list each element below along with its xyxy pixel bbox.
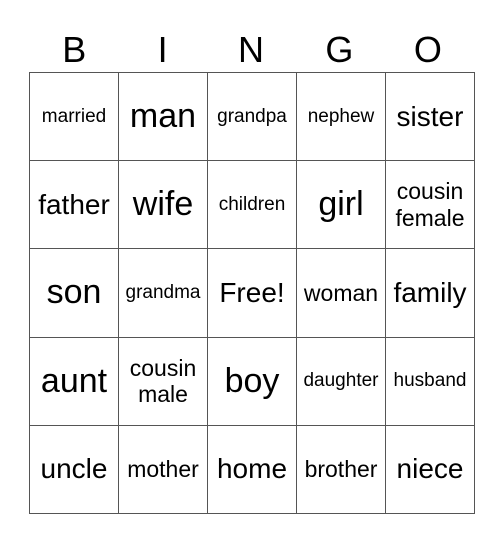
- bingo-cell[interactable]: niece: [385, 424, 475, 515]
- bingo-cell[interactable]: cousin female: [385, 160, 475, 250]
- bingo-cell[interactable]: sister: [385, 71, 475, 162]
- bingo-cell[interactable]: uncle: [29, 424, 119, 515]
- bingo-cell[interactable]: married: [29, 71, 119, 162]
- bingo-row: aunt cousin male boy daughter husband: [29, 336, 475, 426]
- bingo-cell[interactable]: boy: [207, 336, 297, 426]
- bingo-cell[interactable]: girl: [296, 160, 386, 250]
- header-letter-o: O: [413, 29, 442, 70]
- bingo-cell[interactable]: children: [207, 160, 297, 250]
- bingo-cell[interactable]: man: [118, 71, 208, 162]
- bingo-cell[interactable]: aunt: [29, 336, 119, 426]
- bingo-row: uncle mother home brother niece: [29, 424, 475, 515]
- header-letter-g: G: [325, 29, 354, 70]
- bingo-row: son grandma Free! woman family: [29, 248, 475, 338]
- header-letter-i: I: [157, 29, 168, 70]
- bingo-cell[interactable]: grandpa: [207, 71, 297, 162]
- bingo-header: B I N G O: [30, 30, 472, 70]
- bingo-cell[interactable]: mother: [118, 424, 208, 515]
- bingo-cell[interactable]: grandma: [118, 248, 208, 338]
- bingo-cell[interactable]: family: [385, 248, 475, 338]
- header-letter-b: B: [62, 29, 87, 70]
- bingo-row: married man grandpa nephew sister: [29, 71, 475, 162]
- bingo-row: father wife children girl cousin female: [29, 160, 475, 250]
- bingo-cell[interactable]: home: [207, 424, 297, 515]
- bingo-card: married man grandpa nephew sister father wife c…: [29, 71, 475, 515]
- bingo-cell[interactable]: nephew: [296, 71, 386, 162]
- bingo-cell[interactable]: father: [29, 160, 119, 250]
- header-letter-n: N: [238, 29, 265, 70]
- bingo-cell[interactable]: brother: [296, 424, 386, 515]
- bingo-cell[interactable]: woman: [296, 248, 386, 338]
- bingo-cell[interactable]: cousin male: [118, 336, 208, 426]
- bingo-cell[interactable]: wife: [118, 160, 208, 250]
- bingo-cell[interactable]: son: [29, 248, 119, 338]
- bingo-cell[interactable]: Free!: [207, 248, 297, 338]
- bingo-cell[interactable]: husband: [385, 336, 475, 426]
- bingo-cell[interactable]: daughter: [296, 336, 386, 426]
